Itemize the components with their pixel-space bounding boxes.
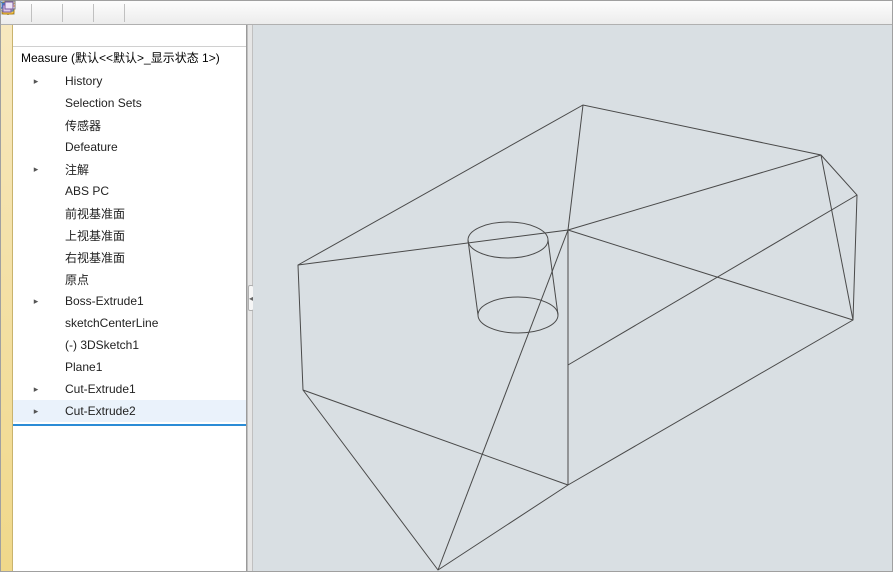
tree-item[interactable]: ▸A注解: [13, 158, 246, 180]
tree-item[interactable]: ▸ Cut-Extrude2: [13, 400, 246, 422]
tree-item[interactable]: ▸ History: [13, 70, 246, 92]
tree-item[interactable]: 右视基准面: [13, 246, 246, 268]
tree-item[interactable]: ABS PC: [13, 180, 246, 202]
history-icon: [43, 73, 61, 89]
tree-item[interactable]: Defeature: [13, 136, 246, 158]
tree-item-label: 右视基准面: [65, 249, 125, 266]
sensor-icon: [43, 117, 61, 133]
tree-item-label: 上视基准面: [65, 227, 125, 244]
part-header-label: Measure (默认<<默认>_显示状态 1>): [21, 49, 220, 66]
filter-icon[interactable]: [17, 28, 35, 44]
tree-item[interactable]: ▸ Boss-Extrude1: [13, 290, 246, 312]
tab-display-manager[interactable]: [127, 2, 153, 24]
tree-item-label: Boss-Extrude1: [65, 294, 144, 308]
tree-item[interactable]: 原点: [13, 268, 246, 290]
tree-item[interactable]: 前视基准面: [13, 202, 246, 224]
tree-item[interactable]: 上视基准面: [13, 224, 246, 246]
plane-icon: [43, 359, 61, 375]
tree-item[interactable]: Selection Sets: [13, 92, 246, 114]
tree-item-label: sketchCenterLine: [65, 316, 158, 330]
graphics-viewport[interactable]: [253, 25, 892, 571]
tree-item-label: Cut-Extrude2: [65, 404, 136, 418]
expand-toggle-icon[interactable]: ▸: [31, 296, 41, 307]
plane-icon: [43, 249, 61, 265]
tree-item[interactable]: Plane1: [13, 356, 246, 378]
tree-item-label: (-) 3DSketch1: [65, 338, 139, 352]
origin-icon: [43, 271, 61, 287]
tree-item-label: Plane1: [65, 360, 102, 374]
filter-row: [13, 25, 246, 47]
feature-tree[interactable]: ▸HistorySelection Sets传感器Defeature▸A注解AB…: [13, 68, 246, 571]
3dsketch-icon: 3D: [43, 337, 61, 353]
left-task-pane-gutter[interactable]: [1, 25, 13, 571]
expand-toggle-icon[interactable]: ▸: [31, 406, 41, 417]
extrude-icon: [43, 293, 61, 309]
tab-property-manager[interactable]: [34, 2, 60, 24]
model-wireframe-icon: [253, 25, 892, 571]
expand-toggle-icon[interactable]: ▸: [31, 384, 41, 395]
tree-item[interactable]: 传感器: [13, 114, 246, 136]
cut-icon: [43, 381, 61, 397]
tree-item-label: History: [65, 74, 102, 88]
cut-icon: [43, 403, 61, 419]
expand-toggle-icon[interactable]: ▸: [31, 76, 41, 87]
plane-icon: [43, 205, 61, 221]
tree-item-label: 原点: [65, 271, 89, 288]
panel-tab-bar: [1, 1, 892, 25]
tree-item[interactable]: sketchCenterLine: [13, 312, 246, 334]
plane-icon: [43, 227, 61, 243]
tree-item-label: Cut-Extrude1: [65, 382, 136, 396]
defeature-icon: [43, 139, 61, 155]
tab-dimxpert-manager[interactable]: [96, 2, 122, 24]
sketch-icon: [43, 315, 61, 331]
tree-item-label: 注解: [65, 161, 89, 178]
tree-item-label: Selection Sets: [65, 96, 142, 110]
tab-configuration-manager[interactable]: [65, 2, 91, 24]
tree-item[interactable]: ▸ Cut-Extrude1: [13, 378, 246, 400]
part-header-row[interactable]: Measure (默认<<默认>_显示状态 1>): [13, 47, 246, 68]
feature-tree-panel: Measure (默认<<默认>_显示状态 1>) ▸ History Select…: [13, 25, 247, 571]
material-icon: [43, 183, 61, 199]
tree-item[interactable]: 3D (-) 3DSketch1: [13, 334, 246, 356]
annotation-icon: A: [43, 161, 61, 177]
tree-item-label: 传感器: [65, 117, 101, 134]
expand-toggle-icon[interactable]: ▸: [31, 164, 41, 175]
main-area: Measure (默认<<默认>_显示状态 1>) ▸ History Select…: [1, 25, 892, 571]
tree-item-label: ABS PC: [65, 184, 109, 198]
tree-end-bar: [13, 424, 246, 426]
tree-item-label: Defeature: [65, 140, 118, 154]
sets-icon: [43, 95, 61, 111]
tree-item-label: 前视基准面: [65, 205, 125, 222]
